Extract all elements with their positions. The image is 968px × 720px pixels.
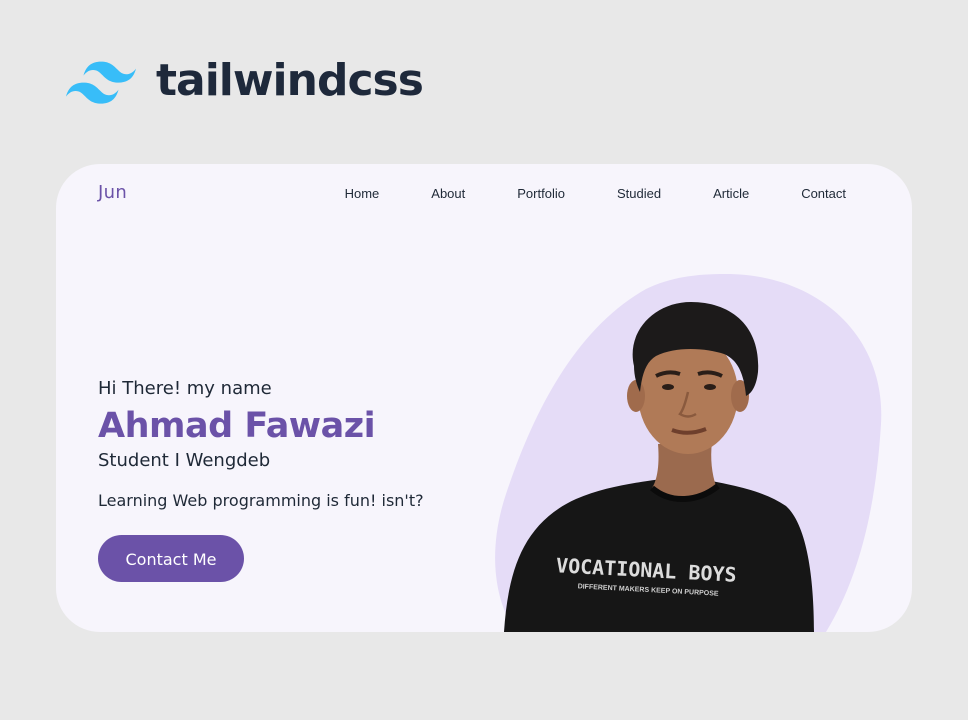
profile-eye-right (704, 384, 716, 390)
nav-home[interactable]: Home (345, 186, 380, 201)
nav-studied[interactable]: Studied (617, 186, 661, 201)
tailwind-logo: tailwindcss (66, 55, 424, 108)
hero-visual: VOCATIONAL BOYS DIFFERENT MAKERS KEEP ON… (476, 274, 912, 632)
tailwind-wave-icon (66, 61, 136, 104)
nav-about[interactable]: About (431, 186, 465, 201)
portfolio-card: Jun Home About Portfolio Studied Article… (56, 164, 912, 632)
profile-illustration: VOCATIONAL BOYS DIFFERENT MAKERS KEEP ON… (495, 274, 882, 632)
hero-text: Hi There! my name Ahmad Fawazi Student I… (98, 378, 424, 582)
profile-eye-left (662, 384, 674, 390)
contact-me-button[interactable]: Contact Me (98, 534, 244, 582)
nav-article[interactable]: Article (713, 186, 749, 201)
logo-wordmark: tailwindcss (156, 55, 424, 106)
hero-name: Ahmad Fawazi (98, 405, 376, 446)
hero-greeting: Hi There! my name (98, 378, 272, 399)
hero-tagline: Learning Web programming is fun! isn't? (98, 491, 424, 511)
site-logo[interactable]: Jun (98, 182, 127, 203)
nav-portfolio[interactable]: Portfolio (517, 186, 565, 201)
profile-ear-left (627, 380, 645, 412)
nav-contact[interactable]: Contact (801, 186, 846, 201)
main-nav: Home About Portfolio Studied Article Con… (345, 186, 846, 201)
hero-role: Student I Wengdeb (98, 449, 271, 471)
